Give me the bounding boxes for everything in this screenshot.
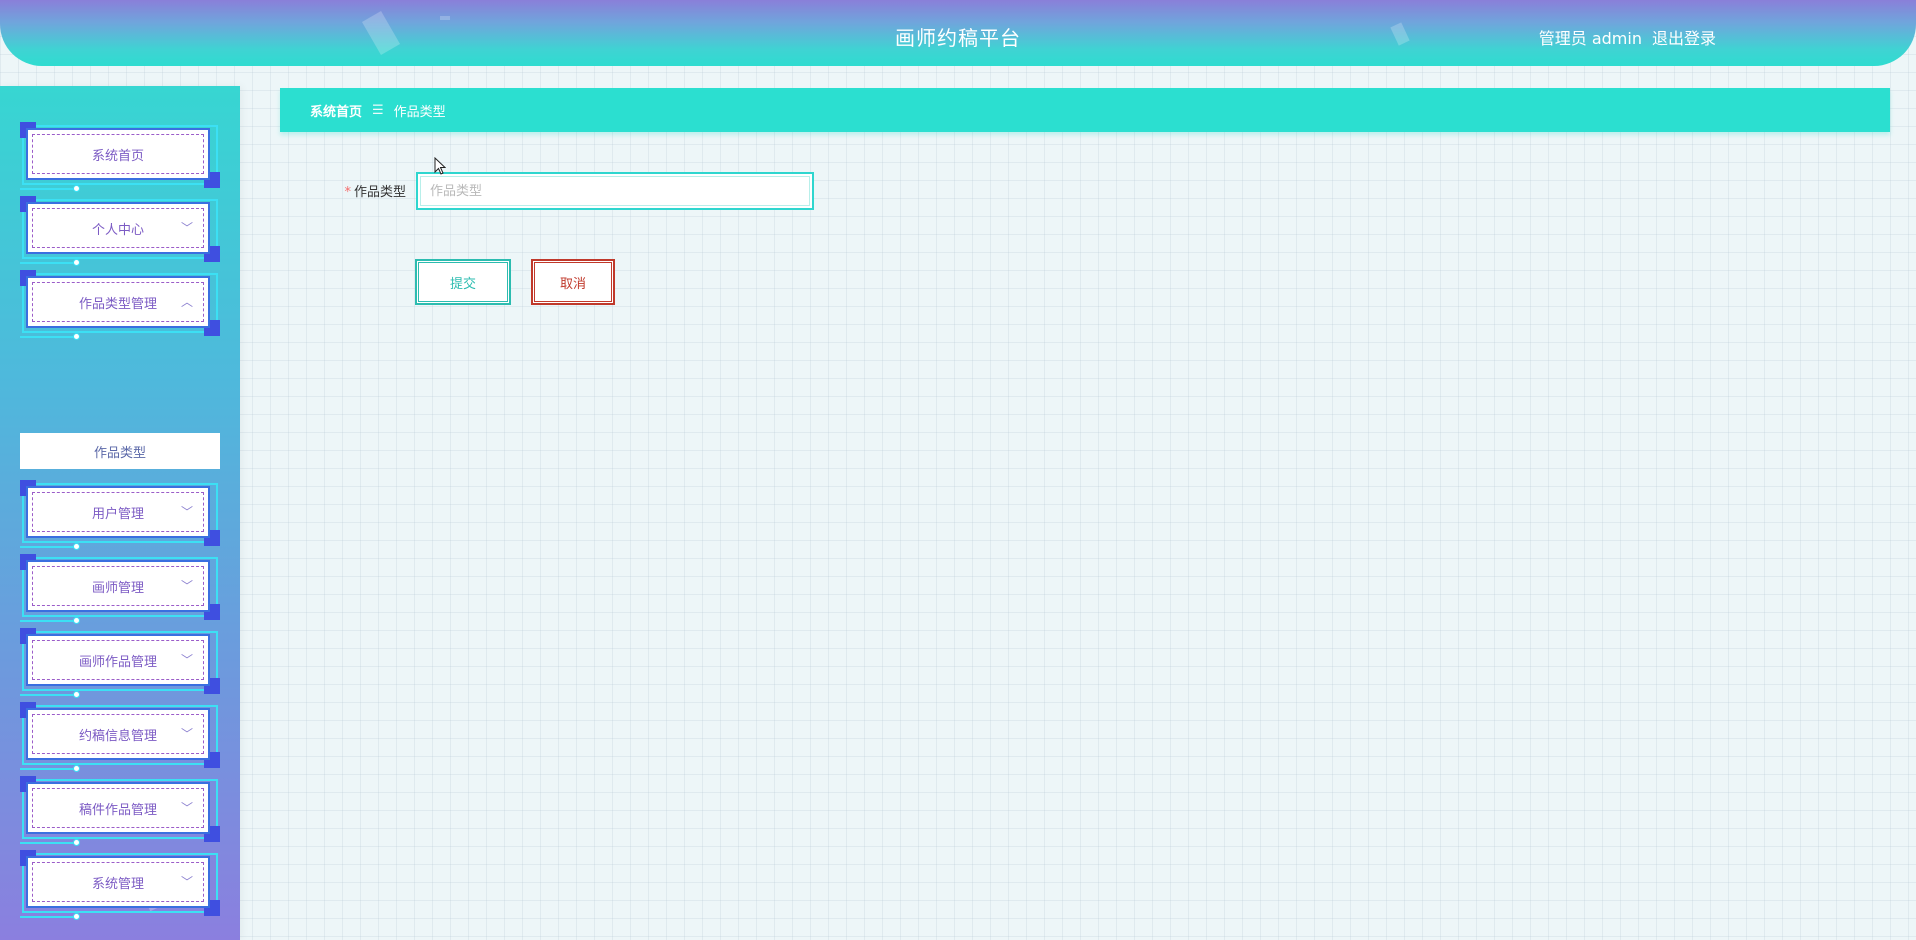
frame-tail xyxy=(20,765,80,772)
chevron-down-icon: ﹀ xyxy=(180,579,193,593)
sidebar-item-label: 画师管理 xyxy=(91,580,144,596)
frame-tail xyxy=(20,913,80,920)
chevron-down-icon: ﹀ xyxy=(180,727,193,741)
sidebar-item-label: 稿件作品管理 xyxy=(78,802,157,818)
menu-item-box: 系统首页 xyxy=(26,128,210,180)
frame-tail xyxy=(20,543,80,550)
sidebar-item-artist-works-management[interactable]: 画师作品管理 ﹀ xyxy=(20,628,220,698)
sidebar-item-work-type-management[interactable]: 作品类型管理 ︿ xyxy=(20,270,220,340)
sidebar-item-label: 约稿信息管理 xyxy=(78,728,157,744)
menu-item-inner: 系统管理 ﹀ xyxy=(32,862,204,902)
menu-item-box: 系统管理 ﹀ xyxy=(26,856,210,908)
form-label-text: 作品类型 xyxy=(353,185,406,200)
current-user-label: 管理员 admin xyxy=(1538,29,1642,48)
work-type-label: * 作品类型 xyxy=(320,181,406,200)
submit-button[interactable]: 提交 xyxy=(416,260,510,304)
sidebar-item-manuscript-works-management[interactable]: 稿件作品管理 ﹀ xyxy=(20,776,220,846)
work-type-input[interactable] xyxy=(416,172,814,210)
frame-tail xyxy=(20,259,80,266)
sidebar-item-label: 画师作品管理 xyxy=(78,654,157,670)
sidebar-item-label: 系统首页 xyxy=(91,148,144,164)
menu-item-box: 用户管理 ﹀ xyxy=(26,486,210,538)
menu-item-inner: 画师管理 ﹀ xyxy=(32,566,204,606)
menu-item-inner: 个人中心 ﹀ xyxy=(32,208,204,248)
sidebar-item-label: 系统管理 xyxy=(91,876,144,892)
sidebar-item-label: 个人中心 xyxy=(91,222,144,238)
header-decoration xyxy=(440,16,450,20)
menu-item-inner: 约稿信息管理 ﹀ xyxy=(32,714,204,754)
sidebar-item-home[interactable]: 系统首页 xyxy=(20,122,220,192)
required-mark: * xyxy=(344,185,351,200)
chevron-down-icon: ﹀ xyxy=(180,221,193,235)
user-area: 管理员 admin 退出登录 xyxy=(1539,25,1716,49)
menu-item-box: 画师作品管理 ﹀ xyxy=(26,634,210,686)
mouse-cursor-icon xyxy=(434,157,446,175)
menu-item-inner: 画师作品管理 ﹀ xyxy=(32,640,204,680)
frame-tail xyxy=(20,185,80,192)
chevron-down-icon: ﹀ xyxy=(180,801,193,815)
frame-tail xyxy=(20,691,80,698)
top-header: 画师约稿平台 管理员 admin 退出登录 xyxy=(0,0,1916,66)
cancel-button[interactable]: 取消 xyxy=(532,260,614,304)
breadcrumb: 系统首页 ☰ 作品类型 xyxy=(280,88,1890,132)
menu-item-box: 稿件作品管理 ﹀ xyxy=(26,782,210,834)
breadcrumb-home[interactable]: 系统首页 xyxy=(310,101,362,120)
menu-item-box: 作品类型管理 ︿ xyxy=(26,276,210,328)
chevron-down-icon: ﹀ xyxy=(180,505,193,519)
frame-tail xyxy=(20,333,80,340)
sidebar-item-artist-management[interactable]: 画师管理 ﹀ xyxy=(20,554,220,624)
sidebar-item-user-management[interactable]: 用户管理 ﹀ xyxy=(20,480,220,550)
menu-item-inner: 稿件作品管理 ﹀ xyxy=(32,788,204,828)
sidebar-item-label: 用户管理 xyxy=(91,506,144,522)
sidebar-item-commission-info-management[interactable]: 约稿信息管理 ﹀ xyxy=(20,702,220,772)
menu-item-box: 画师管理 ﹀ xyxy=(26,560,210,612)
breadcrumb-separator-icon: ☰ xyxy=(372,102,384,118)
frame-tail xyxy=(20,839,80,846)
chevron-up-icon: ︿ xyxy=(180,295,193,309)
menu-item-inner: 用户管理 ﹀ xyxy=(32,492,204,532)
chevron-down-icon: ﹀ xyxy=(180,653,193,667)
logout-link[interactable]: 退出登录 xyxy=(1652,25,1716,49)
menu-item-box: 个人中心 ﹀ xyxy=(26,202,210,254)
breadcrumb-current: 作品类型 xyxy=(393,104,446,120)
chevron-down-icon: ﹀ xyxy=(180,875,193,889)
sidebar-menu: 系统首页 个人中心 ﹀ 作品类型管理 ︿ 作品类型 用户管理 ﹀ 画师管理 ﹀ … xyxy=(0,86,240,940)
frame-tail xyxy=(20,617,80,624)
menu-item-box: 约稿信息管理 ﹀ xyxy=(26,708,210,760)
menu-item-inner: 系统首页 xyxy=(32,134,204,174)
sidebar-item-label: 作品类型管理 xyxy=(78,296,157,312)
sidebar-item-personal-center[interactable]: 个人中心 ﹀ xyxy=(20,196,220,266)
sidebar-item-system-management[interactable]: 系统管理 ﹀ xyxy=(20,850,220,920)
sidebar-subitem-work-type[interactable]: 作品类型 xyxy=(20,433,220,469)
menu-item-inner: 作品类型管理 ︿ xyxy=(32,282,204,322)
